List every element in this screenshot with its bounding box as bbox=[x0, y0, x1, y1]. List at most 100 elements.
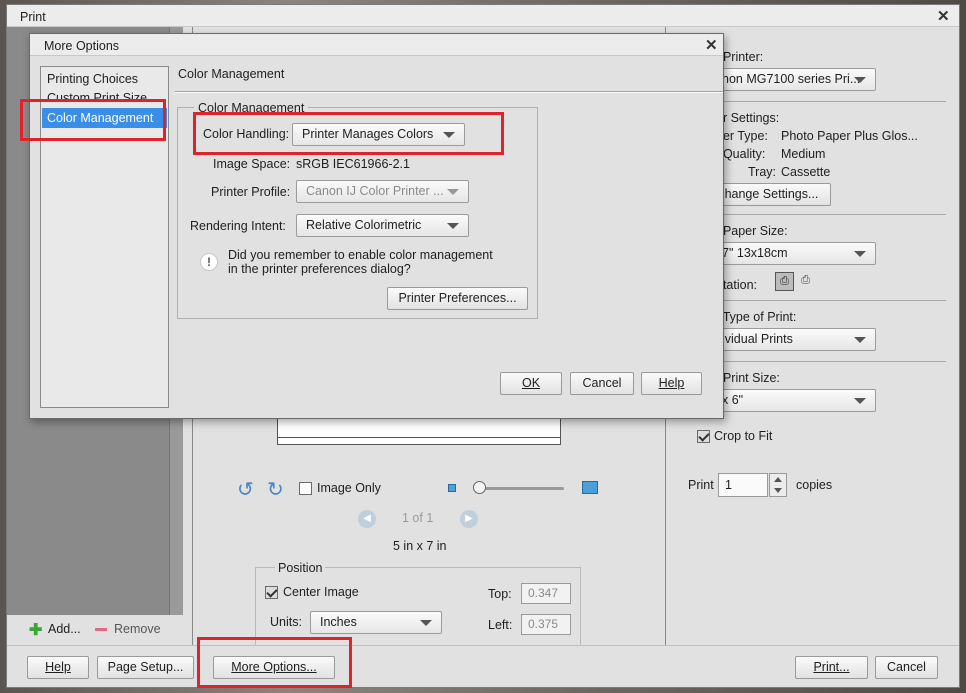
help-button-label: Help bbox=[45, 660, 71, 674]
print-close-icon[interactable]: ✕ bbox=[937, 7, 950, 25]
page-setup-button[interactable]: Page Setup... bbox=[97, 656, 194, 679]
stepper-down-icon[interactable] bbox=[774, 488, 782, 493]
note-line-1: Did you remember to enable color managem… bbox=[228, 248, 493, 262]
remove-label[interactable]: Remove bbox=[114, 622, 161, 636]
top-input[interactable]: 0.347 bbox=[521, 583, 571, 604]
next-page-icon[interactable]: ▶ bbox=[460, 510, 478, 528]
image-only-checkbox[interactable] bbox=[299, 482, 312, 495]
units-value: Inches bbox=[320, 615, 357, 629]
quality-value: Medium bbox=[781, 147, 826, 161]
chevron-down-icon bbox=[447, 223, 459, 229]
tray-label: Tray: bbox=[748, 165, 777, 179]
panel-header: Color Management bbox=[178, 67, 285, 81]
type-of-print-dropdown[interactable]: ividual Prints bbox=[712, 328, 876, 351]
units-label: Units: bbox=[270, 615, 302, 629]
copies-input[interactable]: 1 bbox=[718, 473, 768, 497]
type-of-print-value: ividual Prints bbox=[722, 332, 793, 346]
zoom-slider-handle[interactable] bbox=[473, 481, 486, 494]
copies-value: 1 bbox=[725, 478, 732, 492]
copies-print-label: Print bbox=[688, 478, 714, 492]
rotate-right-icon[interactable]: ↻ bbox=[267, 477, 284, 502]
paper-size-dropdown[interactable]: 7" 13x18cm bbox=[712, 242, 876, 265]
portrait-icon[interactable]: ⎙ bbox=[775, 272, 794, 291]
landscape-icon[interactable]: ⎙ bbox=[796, 272, 815, 291]
position-legend: Position bbox=[275, 561, 326, 575]
copies-stepper[interactable] bbox=[769, 473, 787, 497]
page-count: 1 of 1 bbox=[402, 511, 434, 525]
print-size-value: x 6" bbox=[722, 393, 744, 407]
chevron-down-icon bbox=[854, 77, 866, 83]
chevron-down-icon bbox=[854, 337, 866, 343]
help-label: Help bbox=[658, 376, 685, 390]
crop-to-fit-label[interactable]: Crop to Fit bbox=[714, 429, 772, 443]
page-setup-label: Page Setup... bbox=[107, 660, 184, 674]
printer-value: non MG7100 series Pri... bbox=[722, 72, 861, 86]
left-input[interactable]: 0.375 bbox=[521, 614, 571, 635]
highlight-box-nav bbox=[20, 99, 166, 141]
ok-label: OK bbox=[521, 376, 541, 390]
crop-to-fit-checkbox[interactable] bbox=[697, 430, 710, 443]
rendering-intent-value: Relative Colorimetric bbox=[306, 218, 422, 232]
image-space-label: Image Space: bbox=[213, 157, 291, 171]
print-title: Print bbox=[20, 10, 46, 24]
printer-preferences-button[interactable]: Printer Preferences... bbox=[387, 287, 528, 310]
left-label: Left: bbox=[488, 618, 513, 632]
more-options-title: More Options bbox=[44, 39, 120, 53]
printer-dropdown[interactable]: non MG7100 series Pri... bbox=[712, 68, 876, 91]
zoom-slider-track[interactable] bbox=[476, 487, 564, 490]
rendering-intent-label: Rendering Intent: bbox=[190, 219, 286, 233]
cancel-button[interactable]: Cancel bbox=[570, 372, 634, 395]
more-options-dialog: More Options ✕ Printing Choices Custom P… bbox=[29, 33, 724, 419]
header-divider bbox=[175, 91, 723, 93]
chevron-down-icon bbox=[854, 398, 866, 404]
print-title-bar: Print ✕ bbox=[7, 5, 959, 27]
cancel-button[interactable]: Cancel bbox=[875, 656, 938, 679]
printer-profile-label: Printer Profile: bbox=[211, 185, 291, 199]
print-button[interactable]: Print... bbox=[795, 656, 868, 679]
printer-settings-label: er Settings: bbox=[716, 111, 780, 125]
top-label: Top: bbox=[488, 587, 512, 601]
image-space-value: sRGB IEC61966-2.1 bbox=[296, 157, 410, 171]
type-of-print-label: t Type of Print: bbox=[716, 310, 797, 324]
printer-profile-value: Canon IJ Color Printer ... bbox=[306, 184, 444, 198]
paper-size-value: 7" 13x18cm bbox=[722, 246, 788, 260]
nav-item-printing-choices[interactable]: Printing Choices bbox=[42, 70, 167, 88]
chevron-down-icon bbox=[447, 189, 459, 195]
highlight-box-more-options bbox=[197, 637, 352, 688]
position-group bbox=[255, 567, 581, 647]
paper-type-value: Photo Paper Plus Glos... bbox=[781, 129, 918, 143]
preview-page-bottom bbox=[277, 437, 561, 438]
info-icon: ! bbox=[200, 253, 218, 271]
note-line-2: in the printer preferences dialog? bbox=[228, 262, 411, 276]
ok-button[interactable]: OK bbox=[500, 372, 562, 395]
tray-value: Cassette bbox=[781, 165, 831, 179]
print-size-label: t Print Size: bbox=[716, 371, 780, 385]
stepper-up-icon[interactable] bbox=[774, 477, 782, 482]
chevron-down-icon bbox=[854, 251, 866, 257]
rotate-left-icon[interactable]: ↺ bbox=[237, 477, 254, 502]
nav-item-label: Printing Choices bbox=[47, 72, 139, 86]
add-label[interactable]: Add... bbox=[48, 622, 81, 636]
chevron-down-icon bbox=[420, 620, 432, 626]
help-button[interactable]: Help bbox=[27, 656, 89, 679]
zoom-large-icon[interactable] bbox=[582, 481, 598, 494]
print-size-dropdown[interactable]: x 6" bbox=[712, 389, 876, 412]
remove-icon[interactable] bbox=[95, 628, 107, 631]
center-image-label[interactable]: Center Image bbox=[283, 585, 359, 599]
center-image-checkbox[interactable] bbox=[265, 586, 278, 599]
prev-page-icon[interactable]: ◀ bbox=[358, 510, 376, 528]
printer-profile-dropdown[interactable]: Canon IJ Color Printer ... bbox=[296, 180, 469, 203]
print-button-label: Print... bbox=[813, 660, 850, 674]
add-icon[interactable]: ✚ bbox=[29, 620, 42, 640]
copies-label: copies bbox=[796, 478, 833, 492]
rendering-intent-dropdown[interactable]: Relative Colorimetric bbox=[296, 214, 469, 237]
more-options-close-icon[interactable]: ✕ bbox=[705, 36, 718, 54]
image-only-label[interactable]: Image Only bbox=[317, 481, 381, 495]
zoom-small-icon[interactable] bbox=[448, 484, 456, 492]
units-dropdown[interactable]: Inches bbox=[310, 611, 442, 634]
change-settings-button[interactable]: hange Settings... bbox=[712, 183, 831, 206]
help-button[interactable]: Help bbox=[641, 372, 702, 395]
highlight-box-color-handling bbox=[193, 112, 504, 155]
print-size-text: 5 in x 7 in bbox=[393, 539, 447, 553]
paper-size-label: t Paper Size: bbox=[716, 224, 788, 238]
